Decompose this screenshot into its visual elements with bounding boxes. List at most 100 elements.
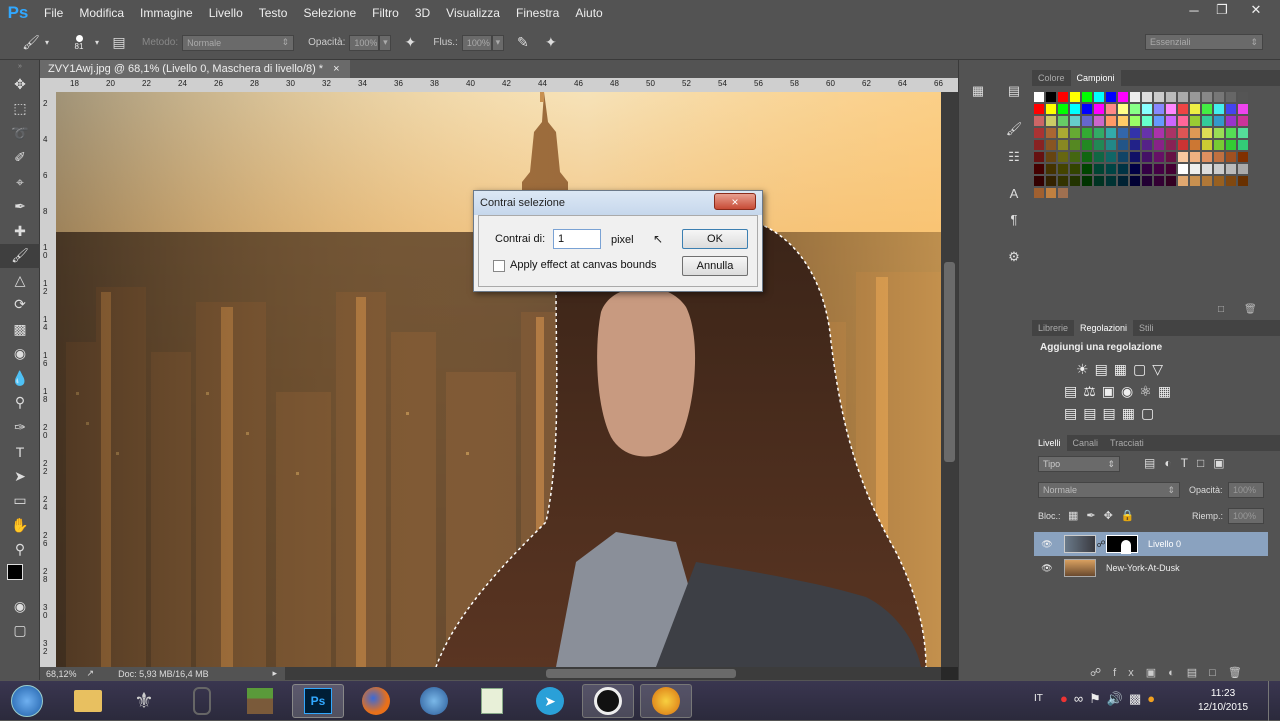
menu-filtro[interactable]: Filtro bbox=[364, 0, 407, 26]
color-swatch[interactable] bbox=[1106, 104, 1116, 114]
color-lookup-icon[interactable]: ▦ bbox=[1158, 383, 1177, 399]
color-swatch[interactable] bbox=[1130, 92, 1140, 102]
visibility-eye-icon[interactable]: 👁 bbox=[1034, 563, 1060, 574]
vertical-scrollbar[interactable] bbox=[941, 92, 958, 667]
tab-librerie[interactable]: Librerie bbox=[1032, 320, 1074, 336]
cancel-button[interactable]: Annulla bbox=[682, 256, 748, 276]
color-swatch[interactable] bbox=[1226, 152, 1236, 162]
color-swatch[interactable] bbox=[1094, 116, 1104, 126]
color-swatch[interactable] bbox=[1058, 104, 1068, 114]
menu-aiuto[interactable]: Aiuto bbox=[567, 0, 610, 26]
color-swatch[interactable] bbox=[1118, 128, 1128, 138]
mode-select[interactable]: Normale ⇕ bbox=[182, 34, 295, 51]
color-swatch[interactable] bbox=[1214, 104, 1224, 114]
menu-3d[interactable]: 3D bbox=[407, 0, 438, 26]
layer-row-livello-0[interactable]: 👁 ☍ Livello 0 bbox=[1034, 532, 1268, 556]
color-swatch[interactable] bbox=[1130, 140, 1140, 150]
show-desktop-button[interactable] bbox=[1268, 681, 1280, 721]
color-swatch[interactable] bbox=[1142, 92, 1152, 102]
eyedropper-tool-icon[interactable]: ✒ bbox=[0, 195, 40, 220]
color-swatch[interactable] bbox=[1070, 92, 1080, 102]
editor-taskbar-button[interactable] bbox=[466, 684, 518, 718]
color-swatch[interactable] bbox=[1202, 164, 1212, 174]
color-swatch[interactable] bbox=[1070, 128, 1080, 138]
color-swatch[interactable] bbox=[1058, 152, 1068, 162]
new-layer-icon[interactable]: □ bbox=[1209, 667, 1228, 679]
export-icon[interactable]: ↗ bbox=[87, 668, 95, 679]
close-window-icon[interactable]: ✕ bbox=[1242, 0, 1270, 20]
color-swatch[interactable] bbox=[1142, 128, 1152, 138]
color-swatch[interactable] bbox=[1034, 128, 1044, 138]
lock-transparency-icon[interactable]: ▦ bbox=[1068, 510, 1086, 522]
explorer-taskbar-button[interactable] bbox=[62, 684, 114, 718]
color-swatch[interactable] bbox=[1094, 104, 1104, 114]
color-swatch[interactable] bbox=[1238, 152, 1248, 162]
history-panel-icon[interactable]: ▦ bbox=[967, 80, 989, 102]
tab-canali[interactable]: Canali bbox=[1067, 435, 1105, 451]
curves-icon[interactable]: ▦ bbox=[1114, 361, 1133, 377]
color-swatch[interactable] bbox=[1106, 164, 1116, 174]
color-swatch[interactable] bbox=[1154, 104, 1164, 114]
clock[interactable]: 11:23 12/10/2015 bbox=[1198, 687, 1248, 715]
color-swatch[interactable] bbox=[1070, 152, 1080, 162]
color-swatch[interactable] bbox=[1154, 128, 1164, 138]
color-swatch[interactable] bbox=[1154, 164, 1164, 174]
color-swatch[interactable] bbox=[1118, 104, 1128, 114]
move-tool-icon[interactable]: ✥ bbox=[0, 72, 40, 97]
image-filter-icon[interactable]: ▤ bbox=[1144, 456, 1164, 470]
hue-icon[interactable]: ▤ bbox=[1064, 383, 1083, 399]
properties-panel-icon[interactable]: ▤ bbox=[1003, 80, 1025, 102]
color-swatch[interactable] bbox=[1238, 92, 1248, 102]
new-swatch-icon[interactable]: □ bbox=[1218, 304, 1224, 315]
close-tab-icon[interactable]: × bbox=[333, 63, 339, 75]
color-swatch[interactable] bbox=[1190, 92, 1200, 102]
color-swatch[interactable] bbox=[1178, 164, 1188, 174]
color-swatch[interactable] bbox=[1046, 128, 1056, 138]
color-swatch[interactable] bbox=[1178, 176, 1188, 186]
adjustment-layer-icon[interactable]: ◐ bbox=[1168, 667, 1187, 679]
brush-panel-icon[interactable]: 🖌 bbox=[1003, 118, 1025, 140]
path-selection-tool-icon[interactable]: ➤ bbox=[0, 464, 40, 489]
color-swatch[interactable] bbox=[1178, 92, 1188, 102]
color-swatch[interactable] bbox=[1190, 164, 1200, 174]
color-swatch[interactable] bbox=[1118, 176, 1128, 186]
color-swatch[interactable] bbox=[1142, 152, 1152, 162]
color-swatch[interactable] bbox=[1082, 164, 1092, 174]
group-icon[interactable]: ▤ bbox=[1187, 667, 1209, 679]
doc-size[interactable]: Doc: 5,93 MB/16,4 MB bbox=[118, 669, 209, 679]
canvas[interactable] bbox=[56, 92, 941, 667]
minecraft-taskbar-button[interactable] bbox=[234, 684, 286, 718]
channel-mixer-icon[interactable]: ⚛ bbox=[1139, 383, 1158, 399]
brush-tool-preset-icon[interactable]: 🖌 bbox=[20, 32, 42, 54]
color-swatch[interactable] bbox=[1214, 176, 1224, 186]
color-swatch[interactable] bbox=[1046, 116, 1056, 126]
chevron-down-icon[interactable]: ▾ bbox=[491, 34, 504, 51]
color-swatch[interactable] bbox=[1226, 104, 1236, 114]
color-swatch[interactable] bbox=[1046, 164, 1056, 174]
color-swatch[interactable] bbox=[1046, 152, 1056, 162]
color-swatch[interactable] bbox=[1034, 104, 1044, 114]
exposure-icon[interactable]: ▢ bbox=[1133, 361, 1152, 377]
dialog-close-button[interactable]: × bbox=[714, 193, 756, 210]
color-swatch[interactable] bbox=[1166, 140, 1176, 150]
selective-color-icon[interactable]: ▦ bbox=[1122, 405, 1141, 421]
color-swatch[interactable] bbox=[1166, 104, 1176, 114]
color-swatch[interactable] bbox=[1130, 104, 1140, 114]
status-arrow-icon[interactable]: ▸ bbox=[272, 668, 277, 679]
color-swatch[interactable] bbox=[1214, 152, 1224, 162]
screen-mode-icon[interactable]: ▢ bbox=[0, 619, 40, 644]
color-swatch[interactable] bbox=[1034, 188, 1044, 198]
color-swatch[interactable] bbox=[1094, 140, 1104, 150]
color-swatch[interactable] bbox=[1178, 116, 1188, 126]
color-swatch[interactable] bbox=[1142, 140, 1152, 150]
color-swatch[interactable] bbox=[1154, 92, 1164, 102]
color-swatch[interactable] bbox=[1190, 152, 1200, 162]
color-swatch[interactable] bbox=[1034, 116, 1044, 126]
color-swatch[interactable] bbox=[1226, 116, 1236, 126]
color-swatch[interactable] bbox=[1166, 164, 1176, 174]
menu-livello[interactable]: Livello bbox=[201, 0, 251, 26]
color-swatch[interactable] bbox=[1094, 92, 1104, 102]
type-filter-icon[interactable]: T bbox=[1181, 456, 1197, 470]
color-swatch[interactable] bbox=[1082, 152, 1092, 162]
skyrim-taskbar-button[interactable]: ⚜ bbox=[118, 684, 170, 718]
